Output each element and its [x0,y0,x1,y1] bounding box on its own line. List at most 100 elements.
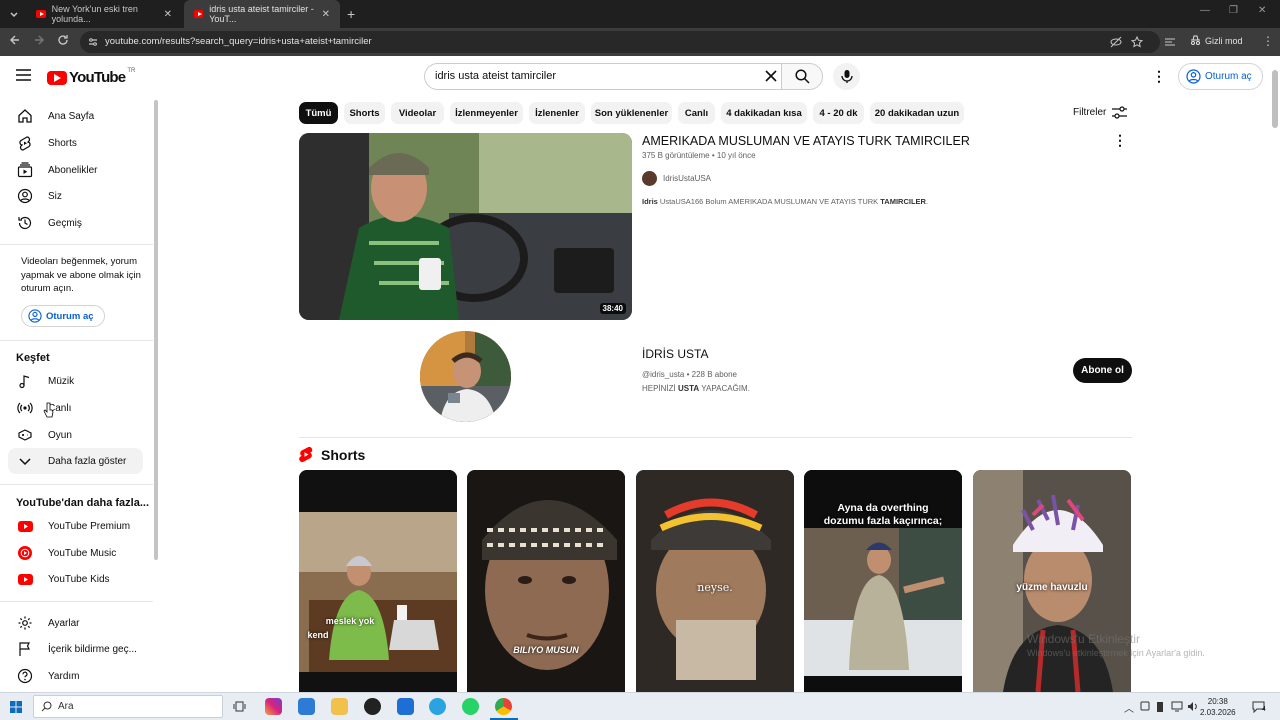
sidebar-item-gaming[interactable]: Oyun [8,422,143,448]
video-meta: 375 B görüntüleme • 10 yıl önce [642,151,756,160]
taskbar-search-box[interactable]: Ara [33,695,223,718]
sidebar-item-home[interactable]: Ana Sayfa [8,103,143,129]
voice-search-button[interactable] [833,63,860,90]
browser-menu-icon[interactable]: ⋮ [1262,34,1274,48]
trello-icon[interactable] [397,698,414,715]
settings-kebab-icon[interactable]: ⋮ [1152,68,1166,85]
close-window-icon[interactable]: ✕ [1258,5,1266,16]
video-channel-name[interactable]: IdrisUstaUSA [663,174,711,183]
search-icon [794,69,810,84]
reload-icon[interactable] [57,34,69,46]
instagram-icon[interactable] [265,698,282,715]
chip-recently-uploaded[interactable]: Son yüklenenler [591,102,672,124]
minimize-icon[interactable]: — [1200,5,1210,16]
tray-chevron-icon[interactable]: ︿ [1124,700,1134,715]
clear-search-icon[interactable] [764,69,778,83]
sidebar-item-music-app[interactable]: YouTube Music [8,540,143,566]
subscribe-button[interactable]: Abone ol [1073,358,1132,383]
chip-over-20-min[interactable]: 20 dakikadan uzun [870,102,964,124]
bookmark-star-icon[interactable] [1131,36,1143,48]
browser-tab[interactable]: New York'un eski tren yolunda... ✕ [26,0,182,28]
sidebar-scrollbar[interactable] [154,100,158,560]
chip-shorts[interactable]: Shorts [344,102,385,124]
outlook-icon[interactable] [298,698,315,715]
hamburger-menu-icon[interactable] [16,69,31,81]
incognito-label: Gizli mod [1205,35,1243,46]
video-channel[interactable]: IdrisUstaUSA [642,171,711,186]
restore-icon[interactable]: ❐ [1229,5,1238,16]
search-button[interactable] [781,63,823,90]
chip-live[interactable]: Canlı [678,102,715,124]
sidebar-item-kids[interactable]: YouTube Kids [8,566,143,592]
sidebar-signin-button[interactable]: Oturum aç [21,305,105,327]
browser-tab-active[interactable]: idris usta ateist tamirciler - YouT... ✕ [184,0,340,28]
short-card[interactable]: BILIYO MUSUN [467,470,625,692]
incognito-indicator[interactable]: Gizli mod [1190,35,1243,46]
whatsapp-icon[interactable] [462,698,479,715]
site-info-icon[interactable] [88,37,98,47]
tray-app-icon[interactable] [1140,701,1150,711]
search-input[interactable]: idris usta ateist tamirciler [435,70,556,82]
sidebar-item-you[interactable]: Siz [8,183,143,209]
desc-highlight: Idris [642,197,658,206]
video-options-kebab-icon[interactable]: ⋮ [1113,132,1127,149]
chrome-icon[interactable] [495,698,512,715]
chatgpt-icon[interactable] [364,698,381,715]
search-box[interactable]: idris usta ateist tamirciler [424,63,782,90]
eye-off-icon[interactable] [1110,36,1122,48]
short-card[interactable]: neyse. [636,470,794,692]
sidebar-divider [0,244,153,245]
forward-icon[interactable] [33,34,45,46]
short-caption: Ayna da overthing dozumu fazla kaçırınca… [823,502,943,527]
chip-watched[interactable]: İzlenenler [529,102,585,124]
windows-start-icon[interactable] [10,701,22,713]
channel-avatar[interactable] [642,171,657,186]
chip-4-20-min[interactable]: 4 - 20 dk [813,102,864,124]
sidebar-item-subscriptions[interactable]: Abonelikler [8,157,143,183]
close-tab-icon[interactable]: ✕ [164,9,172,20]
file-explorer-icon[interactable] [331,698,348,715]
you-icon [16,188,34,204]
signin-button[interactable]: Oturum aç [1178,63,1263,90]
filters-button[interactable]: Filtreler [1073,106,1128,119]
sidebar-item-live[interactable]: Canlı [8,395,143,421]
sidebar-item-history[interactable]: Geçmiş [8,210,143,236]
page-scrollbar[interactable] [1272,70,1278,128]
chip-videos[interactable]: Videolar [391,102,444,124]
chip-under-4-min[interactable]: 4 dakikadan kısa [721,102,807,124]
sidebar-item-premium[interactable]: YouTube Premium [8,513,143,539]
channel-avatar-large[interactable] [420,331,511,422]
back-icon[interactable] [9,34,21,46]
tab-search-icon[interactable] [6,6,22,22]
sidebar-item-settings[interactable]: Ayarlar [8,610,143,636]
sidebar-show-more[interactable]: Daha fazla göster [8,448,143,474]
network-icon[interactable] [1171,701,1183,712]
close-tab-icon[interactable]: ✕ [322,9,330,20]
sidebar-item-shorts[interactable]: Shorts [8,130,143,156]
battery-icon[interactable] [1157,701,1163,712]
telegram-icon[interactable] [429,698,446,715]
url-bar[interactable]: youtube.com/results?search_query=idris+u… [80,31,1160,53]
youtube-logo[interactable]: YouTube TR [47,68,135,86]
taskbar-clock[interactable]: 20:38 2.03.2026 [1200,696,1236,718]
short-card[interactable]: meslek yok kend [299,470,457,692]
sidebar-item-music[interactable]: Müzik [8,368,143,394]
sidebar-item-help[interactable]: Yardım [8,663,143,689]
chip-all[interactable]: Tümü [299,102,338,124]
chip-unwatched[interactable]: İzlenmeyenler [450,102,523,124]
sidebar-item-report-history[interactable]: İçerik bildirme geç... [8,636,143,662]
gear-icon [16,615,34,631]
sidebar-item-label: Abonelikler [48,164,98,176]
short-card[interactable]: Ayna da overthing dozumu fazla kaçırınca… [804,470,962,692]
video-title[interactable]: AMERIKADA MUSLUMAN VE ATAYIS TURK TAMIRC… [642,134,970,148]
volume-icon[interactable] [1187,701,1199,712]
youtube-music-icon [16,546,34,560]
tab-list-icon[interactable] [1164,36,1176,48]
short-card[interactable]: yüzme havuzlu [973,470,1131,692]
channel-name[interactable]: İDRİS USTA [642,347,708,361]
new-tab-icon[interactable]: + [347,6,355,22]
clock-time: 20:38 [1207,697,1228,706]
sidebar-item-label: Geçmiş [48,217,82,229]
task-view-icon[interactable] [233,700,246,713]
video-thumbnail[interactable]: 38:40 [299,133,632,320]
